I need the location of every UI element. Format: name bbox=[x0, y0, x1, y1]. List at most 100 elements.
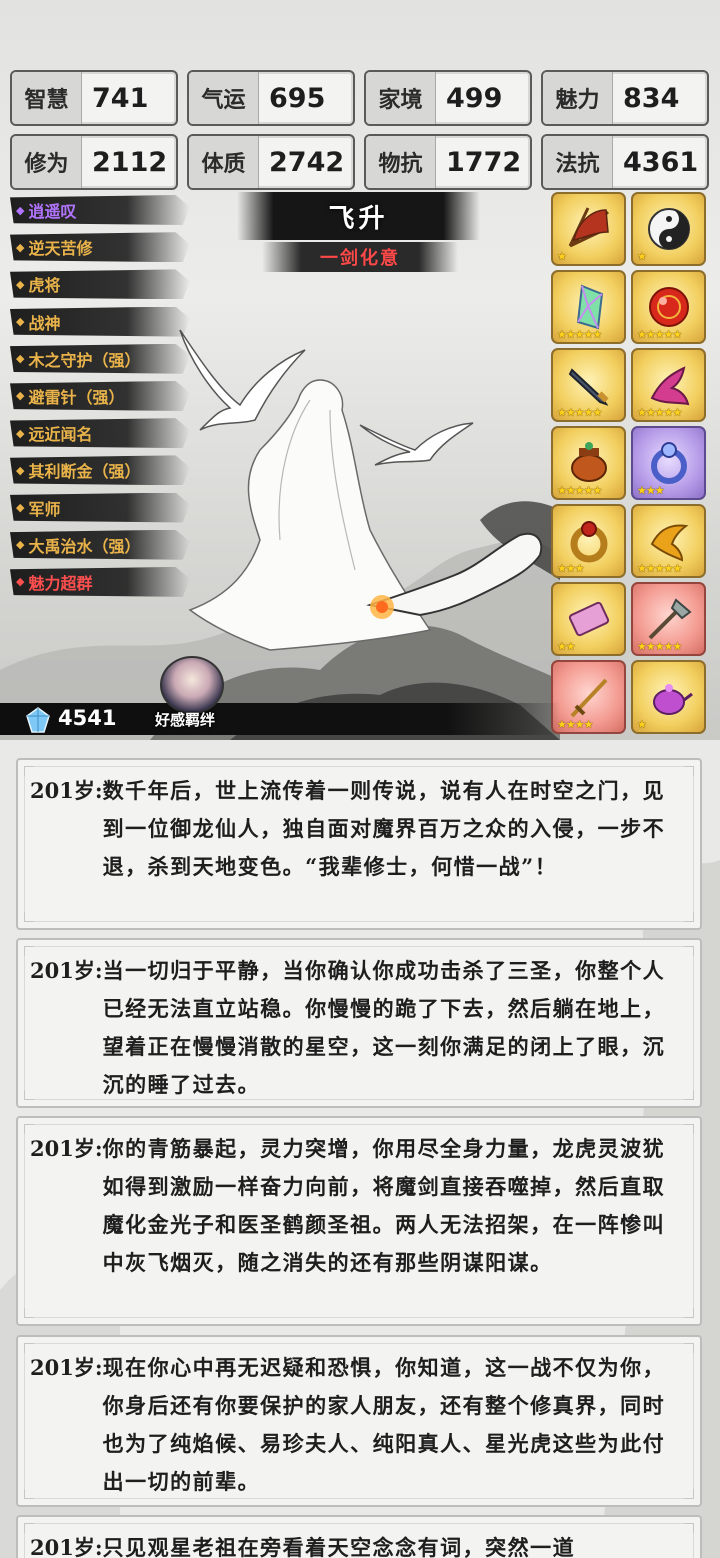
treasure-slot[interactable]: ★ bbox=[631, 192, 706, 266]
crystal-icon bbox=[576, 284, 603, 330]
attribute-panel: 智慧 741 气运 695 家境 499 魅力 834 修为 2112 体质 2742 物抗… bbox=[10, 70, 710, 190]
diamond-icon: ◆ bbox=[16, 203, 25, 217]
stat-magic-resist: 法抗 4361 bbox=[541, 134, 709, 190]
talent-label: 大禹治水（强） bbox=[28, 536, 141, 556]
life-event-card: 201岁: 你的青筋暴起，灵力突增，你用尽全身力量，龙虎灵波犹如得到激励一样奋力向… bbox=[16, 1116, 702, 1326]
event-text: 当一切归于平静，当你确认你成功击杀了三圣，你整个人已经无法直立站稳。你慢慢的跪了… bbox=[102, 958, 666, 1097]
talent-item[interactable]: ◆ 逆天苦修 bbox=[10, 232, 190, 263]
treasure-slot[interactable]: ★★★★★ bbox=[631, 504, 706, 578]
star-rating: ★★★★★ bbox=[637, 562, 682, 575]
talent-label: 避雷针（强） bbox=[28, 387, 125, 407]
stat-value: 834 bbox=[623, 82, 680, 114]
talent-item[interactable]: ◆ 军师 bbox=[10, 492, 190, 523]
diamond-icon: ◆ bbox=[16, 277, 25, 291]
event-text: 只见观星老祖在旁看着天空念念有词，突然一道 bbox=[102, 1535, 576, 1558]
star-rating: ★ bbox=[637, 250, 647, 263]
treasure-slot[interactable]: ★★★★ bbox=[551, 660, 626, 734]
yin-yang-orb-icon bbox=[647, 208, 690, 250]
talent-list[interactable]: ◆ 逍遥叹 ◆ 逆天苦修 ◆ 虎将 ◆ 战神 ◆ 木之守护（强） ◆ 避雷针（强） ◆ 远近闻… bbox=[10, 195, 190, 610]
talent-label: 战神 bbox=[28, 313, 61, 333]
stat-label: 智慧 bbox=[12, 72, 82, 124]
treasure-slot[interactable]: ★★★★★ bbox=[551, 426, 626, 500]
event-text: 现在你心中再无迟疑和恐惧，你知道，这一战不仅为你，你身后还有你要保护的家人朋友，… bbox=[102, 1355, 666, 1494]
diamond-icon: ◆ bbox=[16, 389, 25, 403]
stat-label: 家境 bbox=[366, 72, 436, 124]
talent-label: 远近闻名 bbox=[28, 425, 93, 445]
red-pearl-icon bbox=[648, 287, 689, 327]
talent-label: 逍遥叹 bbox=[28, 202, 77, 221]
treasure-slot[interactable]: ★★★★★ bbox=[631, 348, 706, 422]
event-age: 201岁: bbox=[30, 958, 103, 983]
stat-value: 2742 bbox=[269, 146, 345, 178]
event-age: 201岁: bbox=[30, 1535, 103, 1558]
stat-value: 1772 bbox=[446, 146, 522, 178]
treasure-slot[interactable]: ★★★★★ bbox=[551, 348, 626, 422]
treasure-slot[interactable]: ★★★★★ bbox=[631, 270, 706, 344]
scroll-icon bbox=[568, 601, 609, 637]
talent-item[interactable]: ◆ 逍遥叹 bbox=[10, 195, 190, 225]
treasure-slot[interactable]: ★ bbox=[551, 192, 626, 266]
talent-label: 其利断金（强） bbox=[28, 462, 141, 482]
sword-icon bbox=[570, 678, 607, 718]
treasure-slot[interactable]: ★★★★★ bbox=[631, 582, 706, 656]
realm-title: 飞升 bbox=[328, 203, 389, 234]
stat-wisdom: 智慧 741 bbox=[10, 70, 178, 126]
treasure-grid: ★ ★ ★★★★★ ★★★★★ ★★★★★ ★★★★★ ★★★★★ ★★★ ★★… bbox=[551, 192, 708, 734]
affinity-button[interactable]: 好感羁绊 bbox=[155, 709, 215, 730]
treasure-slot[interactable]: ★★★★★ bbox=[551, 270, 626, 344]
treasure-slot[interactable]: ★ bbox=[631, 660, 706, 734]
star-rating: ★ bbox=[637, 718, 647, 731]
talent-item[interactable]: ◆ 远近闻名 bbox=[10, 418, 190, 449]
talent-item[interactable]: ◆ 虎将 bbox=[10, 269, 190, 300]
stat-label: 气运 bbox=[189, 72, 259, 124]
stat-value: 4361 bbox=[623, 146, 699, 178]
stat-label: 法抗 bbox=[543, 136, 613, 188]
diamond-icon: ◆ bbox=[16, 240, 25, 254]
stat-value: 2112 bbox=[92, 146, 168, 178]
talent-item[interactable]: ◆ 大禹治水（强） bbox=[10, 529, 190, 560]
star-rating: ★★★★★ bbox=[637, 406, 682, 419]
talent-item[interactable]: ◆ 避雷针（强） bbox=[10, 380, 190, 411]
companion-avatar[interactable] bbox=[160, 656, 224, 714]
halberd-icon bbox=[648, 598, 692, 640]
event-age: 201岁: bbox=[30, 1355, 103, 1380]
cultivator-scene: 智慧 741 气运 695 家境 499 魅力 834 修为 2112 体质 2742 物抗… bbox=[0, 0, 720, 740]
star-rating: ★★★★★ bbox=[557, 328, 602, 341]
treasure-slot[interactable]: ★★★ bbox=[631, 426, 706, 500]
talent-item[interactable]: ◆ 木之守护（强） bbox=[10, 343, 190, 374]
talent-label: 军师 bbox=[28, 499, 61, 519]
diamond-icon: ◆ bbox=[16, 352, 25, 366]
diamond-icon: ◆ bbox=[16, 575, 25, 589]
event-text: 你的青筋暴起，灵力突增，你用尽全身力量，龙虎灵波犹如得到激励一样奋力向前，将魔剑… bbox=[102, 1136, 666, 1275]
star-rating: ★★★★★ bbox=[637, 328, 682, 341]
event-age: 201岁: bbox=[30, 1136, 103, 1161]
dagger-icon bbox=[568, 368, 609, 406]
life-event-card: 201岁: 现在你心中再无迟疑和恐惧，你知道，这一战不仅为你，你身后还有你要保护的… bbox=[16, 1335, 702, 1507]
star-rating: ★★★ bbox=[557, 562, 585, 575]
talent-item[interactable]: ◆ 战神 bbox=[10, 306, 190, 337]
star-rating: ★★★★★ bbox=[557, 406, 602, 419]
talent-label: 逆天苦修 bbox=[28, 239, 93, 259]
star-rating: ★★★ bbox=[637, 484, 665, 497]
stat-value: 695 bbox=[269, 82, 326, 114]
life-event-card: 201岁: 数千年后，世上流传着一则传说，说有人在时空之门，见到一位御龙仙人，独自… bbox=[16, 758, 702, 930]
realm-subtitle: 一剑化意 bbox=[320, 248, 400, 269]
talent-item[interactable]: ◆ 其利断金（强） bbox=[10, 455, 190, 486]
stat-label: 物抗 bbox=[366, 136, 436, 188]
stat-constitution: 体质 2742 bbox=[187, 134, 355, 190]
star-rating: ★★ bbox=[557, 640, 576, 653]
event-age: 201岁: bbox=[30, 778, 103, 803]
stat-family: 家境 499 bbox=[364, 70, 532, 126]
diamond-icon: ◆ bbox=[16, 538, 25, 552]
talent-label: 虎将 bbox=[28, 276, 61, 296]
treasure-slot[interactable]: ★★★ bbox=[551, 504, 626, 578]
diamond-icon: ◆ bbox=[16, 426, 25, 440]
stat-cultivation: 修为 2112 bbox=[10, 134, 178, 190]
talent-item[interactable]: ◆ 魅力超群 bbox=[10, 566, 190, 597]
star-rating: ★ bbox=[557, 250, 567, 263]
diamond-icon: ◆ bbox=[16, 315, 25, 329]
life-event-card: 201岁: 当一切归于平静，当你确认你成功击杀了三圣，你整个人已经无法直立站稳。你… bbox=[16, 938, 702, 1108]
treasure-slot[interactable]: ★★ bbox=[551, 582, 626, 656]
life-event-card: 201岁: 只见观星老祖在旁看着天空念念有词，突然一道 bbox=[16, 1515, 702, 1558]
ring-icon bbox=[650, 442, 687, 484]
